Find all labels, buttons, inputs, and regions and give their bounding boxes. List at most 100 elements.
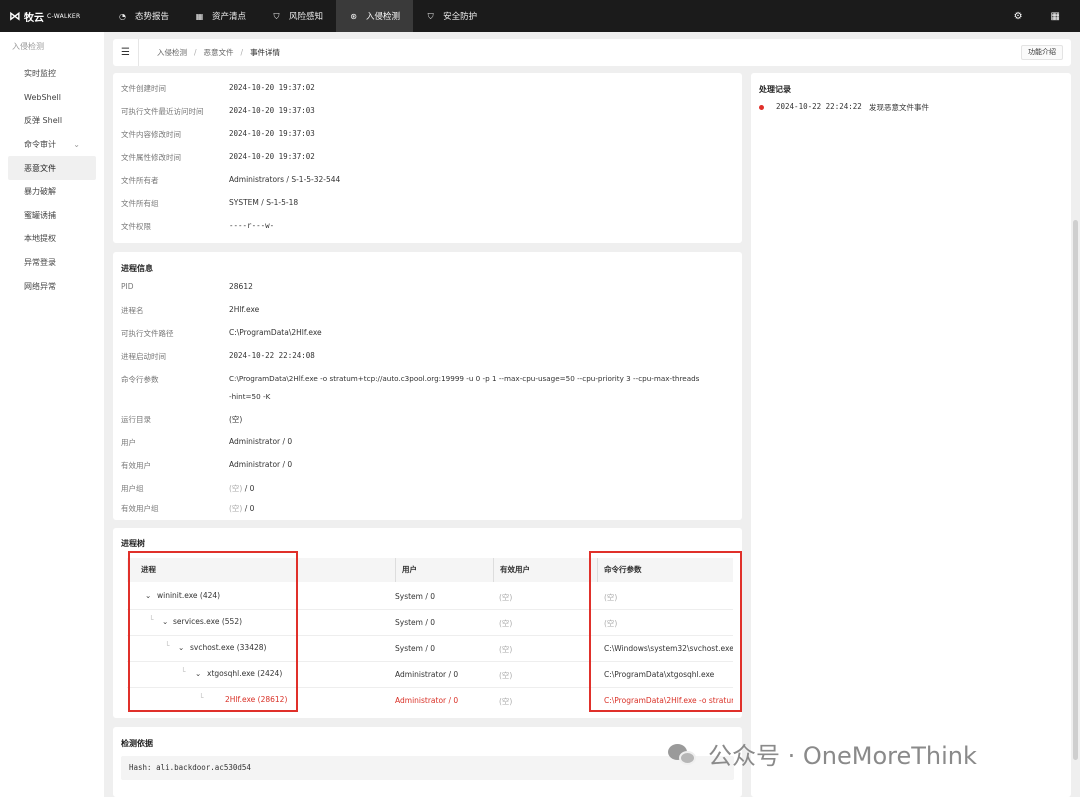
field-label: 可执行文件路径 <box>121 329 174 338</box>
process-user: System / 0 <box>395 618 436 627</box>
breadcrumb-separator: / <box>240 48 244 57</box>
breadcrumb-item[interactable]: 恶意文件 <box>204 47 234 58</box>
field-value: 2024-10-20 19:37:02 <box>229 83 315 92</box>
shield-check-icon: ⛉ <box>427 11 434 21</box>
nav-security-protection[interactable]: ⛉ 安全防护 <box>413 0 490 32</box>
sidebar-item-label: 命令审计 <box>24 140 56 150</box>
breadcrumb-current: 事件详情 <box>250 48 281 57</box>
sidebar-item-network-anomaly[interactable]: 网络异常 <box>8 274 96 298</box>
sidebar-item-malicious-file[interactable]: 恶意文件 <box>8 156 96 180</box>
settings-gear-icon[interactable]: ⚙ <box>1014 11 1023 22</box>
breadcrumb-bar: ☰ 入侵检测 / 恶意文件 / 事件详情 功能介绍 <box>113 39 1071 66</box>
field-value: (空) <box>229 504 243 513</box>
pie-chart-icon: ◔ <box>119 11 126 21</box>
watermark-text: 公众号 · OneMoreThink <box>708 742 977 770</box>
breadcrumb: 入侵检测 / 恶意文件 / 事件详情 <box>157 47 280 58</box>
field-label: 有效用户 <box>121 461 151 470</box>
field-label: 进程启动时间 <box>121 352 166 361</box>
field-value: C:\ProgramData\2Hlf.exe -o stratum+tcp:/… <box>229 374 700 383</box>
section-title: 进程树 <box>121 539 145 548</box>
nav-situation-report[interactable]: ◔ 态势报告 <box>105 0 182 32</box>
process-user: Administrator / 0 <box>395 670 459 679</box>
brand-subname: C-WALKER <box>47 12 81 20</box>
field-value: ----r---w- <box>229 221 275 230</box>
page-scrollbar[interactable] <box>1073 220 1078 760</box>
sidebar-item-abnormal-login[interactable]: 异常登录 <box>8 251 96 275</box>
section-title: 处理记录 <box>759 85 791 94</box>
nav-label: 资产清点 <box>212 12 247 22</box>
apps-grid-icon[interactable]: ▦ <box>1051 11 1060 22</box>
field-value: 2024-10-22 22:24:08 <box>229 351 315 360</box>
field-value: C:\ProgramData\2Hlf.exe <box>229 328 322 337</box>
sidebar-item-brute-force[interactable]: 暴力破解 <box>8 180 96 204</box>
nav-risk-awareness[interactable]: ⛉ 风险感知 <box>259 0 336 32</box>
process-info-card: 进程信息 PID 28612 进程名 2Hlf.exe 可执行文件路径 C:\Prog… <box>113 252 742 520</box>
field-label: 文件创建时间 <box>121 84 166 93</box>
top-nav-bar: ⋈ 牧云 C-WALKER ◔ 态势报告 ▦ 资产清点 ⛉ 风险感知 ⊛ 入侵检… <box>0 0 1080 32</box>
highlight-box-cmdline <box>589 551 742 712</box>
logo-icon: ⋈ <box>9 9 21 23</box>
feature-intro-button[interactable]: 功能介绍 <box>1021 45 1063 60</box>
sidebar-item-label: WebShell <box>24 92 61 102</box>
process-effective-user: (空) <box>499 593 513 602</box>
column-header: 有效用户 <box>493 558 530 582</box>
file-info-card: 文件创建时间 2024-10-20 19:37:02 可执行文件最近访问时间 202… <box>113 73 742 243</box>
breadcrumb-separator: / <box>194 48 197 57</box>
sidebar-item-privilege-escalation[interactable]: 本地提权 <box>8 227 96 251</box>
field-value: Administrators / S-1-5-32-544 <box>229 175 341 184</box>
field-label: 运行目录 <box>121 415 151 424</box>
field-label: 可执行文件最近访问时间 <box>121 107 204 116</box>
field-value: -hint=50 -K <box>229 392 271 401</box>
record-status-dot <box>759 105 764 110</box>
field-value-suffix: / 0 <box>242 504 255 513</box>
field-label: 命令行参数 <box>121 375 159 384</box>
field-label: 文件内容修改时间 <box>121 130 181 139</box>
field-value: SYSTEM / S-1-5-18 <box>229 198 299 207</box>
sidebar: 入侵检测 实时监控 WebShell 反弹 Shell 命令审计 ⌄ 恶意文件 暴… <box>0 32 104 797</box>
sidebar-item-command-audit[interactable]: 命令审计 ⌄ <box>8 133 96 157</box>
field-value-suffix: / 0 <box>242 484 255 493</box>
field-label: 文件权限 <box>121 222 151 231</box>
nav-intrusion-detection[interactable]: ⊛ 入侵检测 <box>336 0 414 32</box>
field-value: (空) <box>229 484 243 493</box>
process-effective-user: (空) <box>499 619 513 628</box>
sidebar-item-label: 异常登录 <box>24 258 56 268</box>
process-user: System / 0 <box>395 592 436 601</box>
brand-logo[interactable]: ⋈ 牧云 C-WALKER <box>0 9 105 24</box>
field-value: Administrator / 0 <box>229 437 293 446</box>
sidebar-item-realtime-monitor[interactable]: 实时监控 <box>8 62 96 86</box>
sidebar-item-webshell[interactable]: WebShell <box>8 86 96 110</box>
menu-toggle-icon[interactable]: ☰ <box>113 39 139 66</box>
process-user: System / 0 <box>395 644 436 653</box>
sidebar-item-label: 本地提权 <box>24 234 56 244</box>
sidebar-item-label: 恶意文件 <box>24 163 56 173</box>
process-effective-user: (空) <box>499 671 513 680</box>
field-label: 有效用户组 <box>121 504 159 513</box>
sidebar-item-label: 网络异常 <box>24 281 56 291</box>
field-value: (空) <box>229 415 243 424</box>
process-user: Administrator / 0 <box>395 696 459 705</box>
field-value: Administrator / 0 <box>229 460 293 469</box>
wechat-icon <box>668 742 698 766</box>
main-nav: ◔ 态势报告 ▦ 资产清点 ⛉ 风险感知 ⊛ 入侵检测 ⛉ 安全防护 <box>105 0 490 32</box>
sidebar-item-honeypot[interactable]: 蜜罐诱捕 <box>8 204 96 228</box>
radar-icon: ⊛ <box>350 11 357 21</box>
nav-label: 入侵检测 <box>366 12 401 22</box>
nav-label: 态势报告 <box>135 12 170 22</box>
field-value: 2024-10-20 19:37:03 <box>229 106 315 115</box>
process-tree-card: 进程树 进程 用户 有效用户 命令行参数 ⌄ wininit.exe (424)… <box>113 528 742 718</box>
nav-asset-inventory[interactable]: ▦ 资产清点 <box>182 0 259 32</box>
grid-icon: ▦ <box>195 11 204 21</box>
processing-records-panel: 处理记录 2024-10-22 22:24:22 发现恶意文件事件 <box>751 73 1071 797</box>
detection-basis-card: 检测依据 Hash: ali.backdoor.ac530d54 <box>113 727 742 797</box>
field-label: 文件所有组 <box>121 199 159 208</box>
hash-value: Hash: ali.backdoor.ac530d54 <box>121 756 734 780</box>
record-time: 2024-10-22 22:24:22 <box>776 102 862 111</box>
field-label: 文件所有者 <box>121 176 159 185</box>
field-label: PID <box>121 282 134 291</box>
sidebar-item-reverse-shell[interactable]: 反弹 Shell <box>8 109 96 133</box>
field-label: 进程名 <box>121 306 144 315</box>
sidebar-item-label: 实时监控 <box>24 69 56 79</box>
breadcrumb-item[interactable]: 入侵检测 <box>157 47 187 58</box>
section-title: 进程信息 <box>121 264 153 273</box>
